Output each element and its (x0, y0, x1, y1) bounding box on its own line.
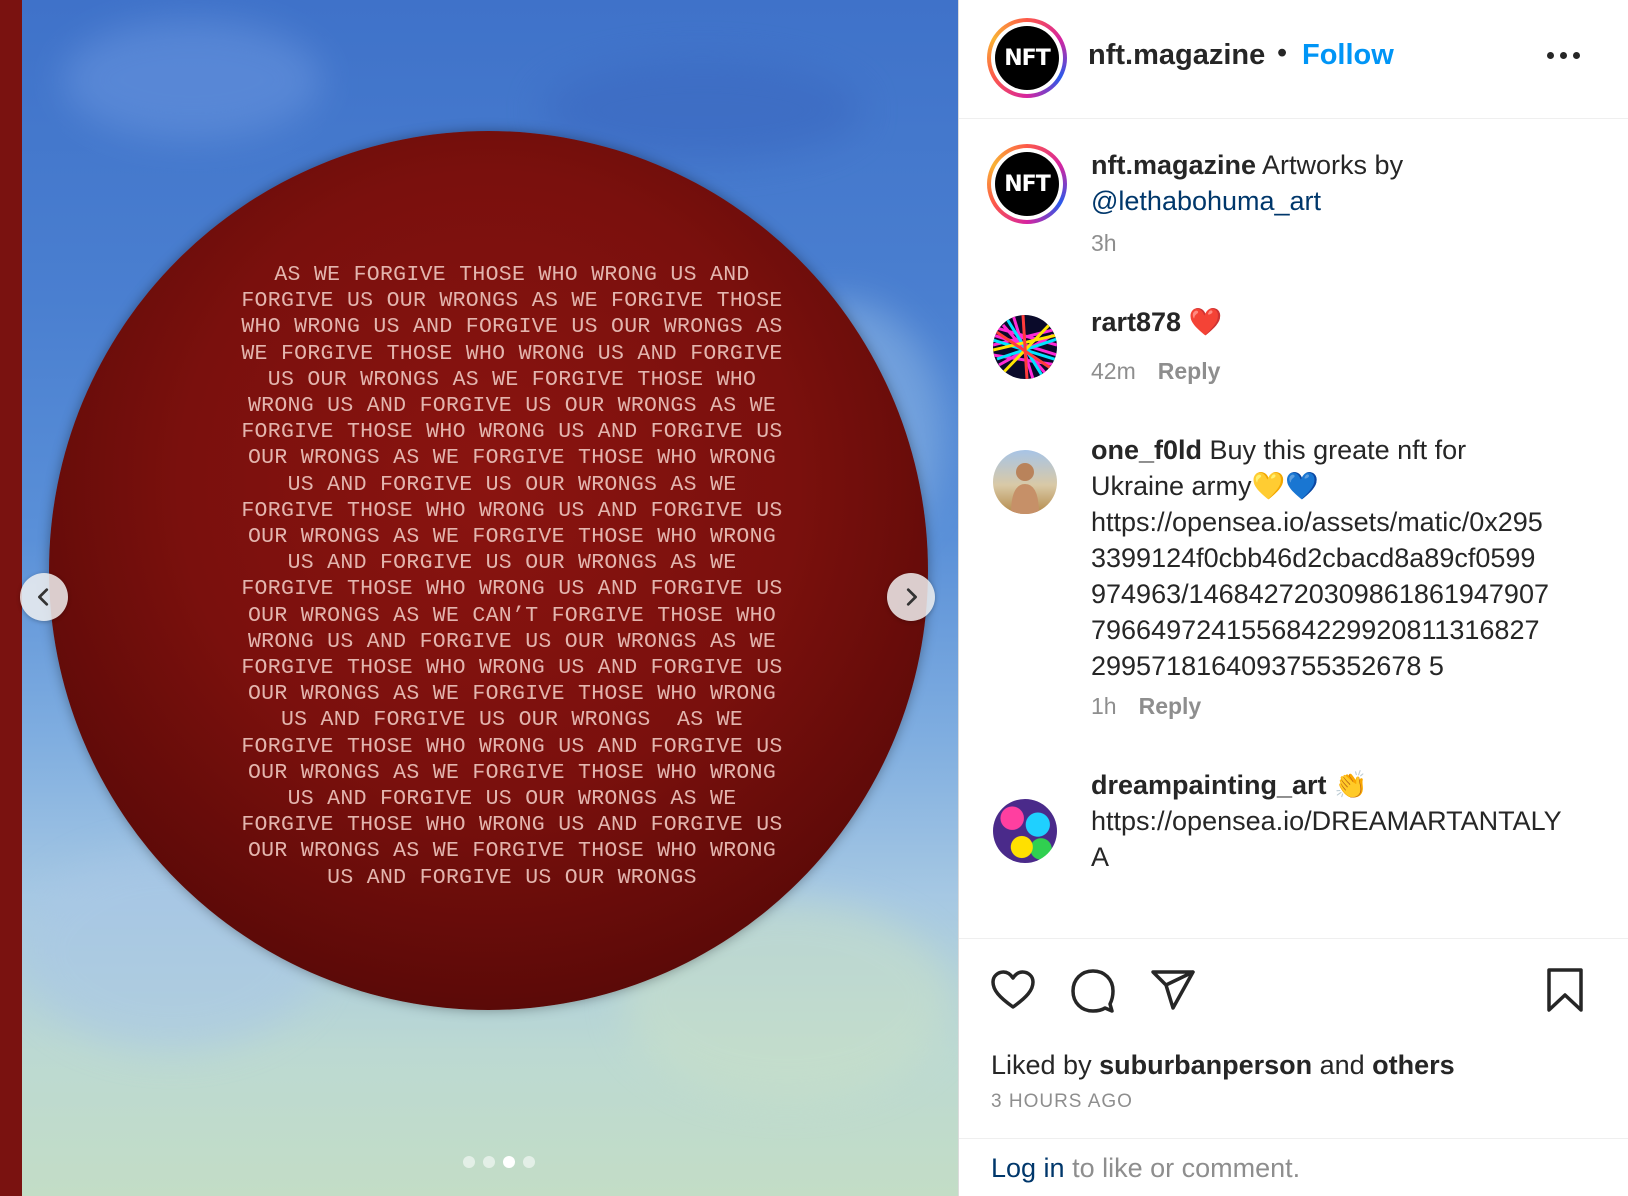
separator-dot: • (1277, 37, 1288, 69)
commenter-avatar[interactable] (993, 799, 1057, 863)
comment-username[interactable]: rart878 (1091, 307, 1181, 337)
login-link[interactable]: Log in (991, 1153, 1065, 1183)
caption-author-avatar[interactable]: NFT (987, 144, 1067, 224)
carousel-dot (523, 1156, 535, 1168)
post-side-panel: NFT nft.magazine • Follow NFT nft.magazi… (958, 0, 1628, 1196)
liked-by-text: Liked by suburbanperson and others (991, 1050, 1455, 1081)
comment-meta: 1h Reply (1091, 693, 1201, 720)
reply-button[interactable]: Reply (1139, 693, 1202, 719)
liked-by-middle: and (1312, 1050, 1373, 1080)
send-icon (1151, 970, 1195, 1010)
caption-username[interactable]: nft.magazine (1091, 150, 1256, 180)
liked-by-user[interactable]: suburbanperson (1099, 1050, 1312, 1080)
post-time: 3 HOURS AGO (991, 1091, 1133, 1112)
heart-icon (991, 970, 1035, 1009)
login-prompt: Log in to like or comment. (991, 1153, 1300, 1184)
comment-one-f0ld: one_f0ld Buy this greate nft for Ukraine… (1091, 432, 1611, 684)
person-photo-avatar (1011, 463, 1039, 514)
bottom-divider (959, 1138, 1628, 1139)
chevron-left-icon (38, 588, 49, 606)
abstract-lines-avatar (993, 315, 1057, 379)
nft-logo: NFT (995, 152, 1059, 216)
carousel-dot (483, 1156, 495, 1168)
comment-rart878: rart878 ❤️ (1091, 304, 1222, 340)
carousel-dot-active (503, 1156, 515, 1168)
bookmark-icon (1547, 968, 1583, 1012)
comment-username[interactable]: one_f0ld (1091, 435, 1202, 465)
brush-stroke (62, 20, 322, 140)
reply-button[interactable]: Reply (1158, 358, 1221, 384)
header-divider (959, 118, 1628, 119)
caption-text: Artworks by (1256, 150, 1404, 180)
comment-icon (1071, 969, 1115, 1013)
mention-link[interactable]: @lethabohuma_art (1091, 186, 1321, 216)
liked-by-prefix: Liked by (991, 1050, 1100, 1080)
left-edge-strip (0, 0, 22, 1196)
post-media: AS WE FORGIVE THOSE WHO WRONG US AND FOR… (22, 0, 958, 1196)
share-button[interactable] (1149, 966, 1197, 1014)
comment-button[interactable] (1069, 966, 1117, 1014)
author-username[interactable]: nft.magazine (1088, 39, 1265, 72)
login-rest: to like or comment. (1064, 1153, 1301, 1183)
save-button[interactable] (1541, 966, 1589, 1014)
artwork-poem-text: AS WE FORGIVE THOSE WHO WRONG US AND FOR… (241, 263, 783, 890)
author-avatar[interactable]: NFT (987, 18, 1067, 98)
commenter-avatar[interactable] (993, 315, 1057, 379)
actions-divider (959, 938, 1628, 939)
carousel-dot (463, 1156, 475, 1168)
comment-time: 42m (1091, 358, 1136, 384)
caption: nft.magazine Artworks by @lethabohuma_ar… (1091, 147, 1591, 219)
carousel-indicator (463, 1156, 535, 1168)
comment-time: 1h (1091, 693, 1117, 719)
comment-username[interactable]: dreampainting_art (1091, 770, 1327, 800)
comment-meta: 42m Reply (1091, 358, 1220, 385)
comment-text: Buy this greate nft for Ukraine army💛💙 h… (1091, 435, 1549, 681)
next-slide-button[interactable] (887, 573, 935, 621)
follow-button[interactable]: Follow (1302, 39, 1394, 72)
previous-slide-button[interactable] (20, 573, 68, 621)
comment-dreampainting: dreampainting_art 👏 https://opensea.io/D… (1091, 767, 1611, 875)
nft-logo: NFT (995, 26, 1059, 90)
liked-by-others[interactable]: others (1372, 1050, 1455, 1080)
comment-text: ❤️ (1181, 307, 1223, 337)
commenter-avatar[interactable] (993, 450, 1057, 514)
more-options-icon[interactable] (1547, 44, 1587, 66)
caption-time: 3h (1091, 230, 1117, 256)
like-button[interactable] (989, 966, 1037, 1014)
chevron-right-icon (906, 588, 917, 606)
